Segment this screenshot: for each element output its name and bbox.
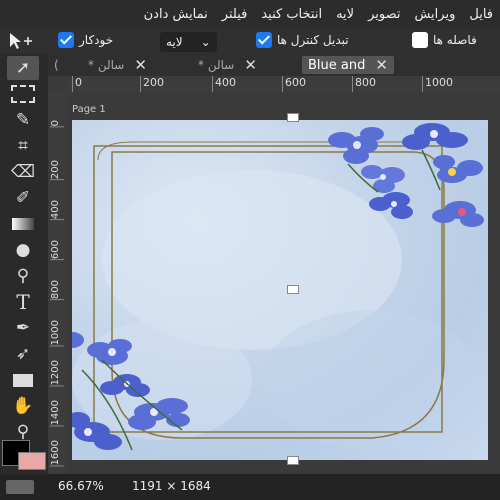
menu-filter[interactable]: فیلتر (215, 7, 255, 22)
autoselect-label: خودکار (79, 33, 114, 47)
autoselect-checkbox[interactable] (58, 32, 74, 48)
transform-controls-option[interactable]: تبدیل کنترل ها (256, 32, 349, 48)
autoselect-option[interactable]: خودکار (58, 32, 113, 48)
ruler-tick: 0 (72, 76, 82, 92)
magic-wand-tool[interactable]: ✎ (7, 108, 39, 132)
ruler-tick: 400 (212, 76, 236, 92)
ruler-tick: 0 (50, 120, 64, 128)
type-icon: T (16, 290, 30, 314)
shape-tool[interactable] (7, 368, 39, 392)
layer-select[interactable]: لایه ⌄ (160, 32, 217, 52)
tab-partial-marker: ( (54, 58, 59, 72)
tab-label: Blue and (308, 57, 366, 73)
transform-label: تبدیل کنترل ها (277, 33, 349, 47)
spacing-label: فاصله ها (433, 33, 477, 47)
rectangle-icon (13, 373, 33, 387)
gradient-icon (12, 218, 34, 230)
ruler-tick: 200 (50, 160, 64, 181)
document-tabs: ( * سالن ✕ * سالن ✕ Blue and ✕ (48, 54, 500, 76)
dodge-tool[interactable]: ⚲ (7, 264, 39, 288)
menu-file[interactable]: فایل (462, 7, 500, 22)
eraser-tool[interactable]: ⌫ (7, 160, 39, 184)
crop-tool[interactable]: ⌗ (7, 134, 39, 158)
tab-label: * سالن (88, 58, 125, 72)
menu-bar: فایل ویرایش تصویر لایه انتخاب کنید فیلتر… (0, 0, 500, 28)
horizontal-ruler: 0 200 400 600 800 1000 (66, 76, 500, 92)
hand-icon: ✋ (12, 396, 34, 416)
status-bar: 66.67% 1191 × 1684 (0, 474, 500, 500)
eraser-icon: ⌫ (10, 162, 36, 182)
close-icon[interactable]: ✕ (134, 56, 147, 74)
document-size: 1191 × 1684 (132, 479, 211, 493)
transform-handle-top[interactable] (287, 113, 299, 122)
path-select-icon: ➶ (15, 344, 31, 364)
gradient-tool[interactable] (7, 212, 39, 236)
page-label: Page 1 (72, 104, 106, 115)
transform-handle-bottom[interactable] (287, 456, 299, 465)
tab-partial[interactable]: ( (54, 56, 59, 74)
magic-wand-icon: ✎ (15, 110, 31, 130)
transform-checkbox[interactable] (256, 32, 272, 48)
close-icon[interactable]: ✕ (244, 56, 257, 74)
menu-layer[interactable]: لایه (329, 7, 361, 22)
tab-document-2[interactable]: * سالن ✕ (198, 56, 257, 74)
keyboard-icon[interactable] (6, 480, 34, 494)
tab-document-1[interactable]: * سالن ✕ (88, 56, 147, 74)
ruler-tick: 400 (50, 200, 64, 221)
path-select-tool[interactable]: ➶ (7, 342, 39, 366)
marquee-tool[interactable] (7, 82, 39, 106)
menu-view[interactable]: نمایش دادن (137, 7, 215, 22)
marquee-icon (11, 85, 35, 103)
hand-tool[interactable]: ✋ (7, 394, 39, 418)
ruler-tick: 800 (352, 76, 376, 92)
drop-icon: ● (15, 240, 31, 260)
layer-select-value: لایه (166, 35, 183, 49)
pen-tool[interactable]: ✒ (7, 316, 39, 340)
ruler-tick: 1400 (50, 400, 64, 427)
ruler-tick: 1200 (50, 360, 64, 387)
menu-select[interactable]: انتخاب کنید (254, 7, 329, 22)
options-bar: خودکار لایه ⌄ تبدیل کنترل ها فاصله ها (0, 28, 500, 54)
brush-tool[interactable]: ✐ (7, 186, 39, 210)
document-canvas[interactable] (72, 120, 488, 460)
pen-icon: ✒ (15, 318, 31, 338)
ruler-tick: 800 (50, 280, 64, 301)
move-tool[interactable]: ➚ (7, 56, 39, 80)
tab-label: * سالن (198, 58, 235, 72)
ruler-tick: 1600 (50, 440, 64, 467)
ruler-tick: 600 (282, 76, 306, 92)
vertical-ruler: 0 200 400 600 800 1000 1200 1400 1600 (48, 92, 66, 474)
chevron-down-icon: ⌄ (200, 35, 211, 49)
transform-handle-center[interactable] (287, 285, 299, 294)
move-tool-icon (10, 33, 32, 49)
spacing-option[interactable]: فاصله ها (412, 32, 477, 48)
menu-edit[interactable]: ویرایش (407, 7, 462, 22)
menu-image[interactable]: تصویر (361, 7, 407, 22)
background-color-swatch[interactable] (18, 452, 46, 470)
type-tool[interactable]: T (7, 290, 39, 314)
spacing-checkbox[interactable] (412, 32, 428, 48)
artwork (72, 123, 484, 451)
ruler-tick: 200 (140, 76, 164, 92)
tab-document-active[interactable]: Blue and ✕ (302, 56, 394, 74)
zoom-icon: ⚲ (16, 422, 30, 442)
zoom-level[interactable]: 66.67% (58, 479, 104, 493)
move-tool-indicator (4, 31, 34, 51)
blur-tool[interactable]: ● (7, 238, 39, 262)
crop-icon: ⌗ (18, 136, 28, 156)
move-arrow-icon: ➚ (15, 58, 31, 78)
ruler-tick: 1000 (50, 320, 64, 347)
tool-panel: ➚ ✎ ⌗ ⌫ ✐ ● ⚲ T ✒ ➶ ✋ ⚲ (0, 54, 48, 474)
close-icon[interactable]: ✕ (375, 56, 388, 74)
brush-icon: ✐ (15, 188, 31, 208)
dodge-icon: ⚲ (16, 266, 30, 286)
ruler-tick: 1000 (422, 76, 453, 92)
ruler-tick: 600 (50, 240, 64, 261)
